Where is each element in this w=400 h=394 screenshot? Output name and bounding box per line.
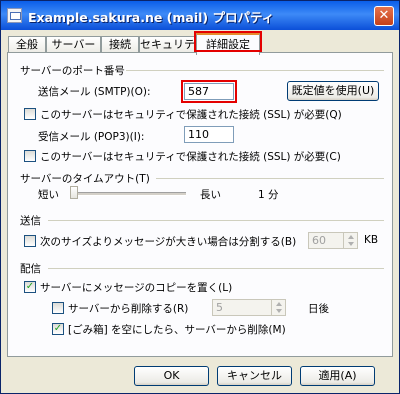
divider [156,178,384,179]
split-size-unit: KB [364,234,379,246]
split-messages-label: 次のサイズよりメッセージが大きい場合は分割する(B) [40,236,297,248]
keep-copy-checkbox[interactable]: ✓ [24,281,36,293]
advanced-panel: サーバーのポート番号 送信メール (SMTP)(O): 587 既定値を使用(U… [7,52,393,357]
pop3-port-input[interactable]: 110 [184,126,234,143]
keep-copy-label: サーバーにメッセージのコピーを置く(L) [40,282,233,294]
divider [48,220,384,221]
empty-trash-label: [ごみ箱] を空にしたら、サーバーから削除(M) [68,324,286,336]
check-icon: ✓ [53,323,63,334]
send-group-title: 送信 [20,215,41,227]
remove-days-unit: 日後 [308,303,329,315]
split-size-spinner[interactable] [343,232,358,249]
close-icon: ✕ [378,8,390,23]
ok-button[interactable]: OK [134,366,209,386]
remove-from-server-label: サーバーから削除する(R) [68,303,189,315]
timeout-slider-track[interactable] [70,192,186,196]
timeout-group-title: サーバーのタイムアウト(T) [20,173,150,185]
tab-servers[interactable]: サーバー [46,36,101,53]
remove-from-server-checkbox[interactable] [52,302,64,314]
tab-highlight-box [194,31,262,52]
remove-days-spinner[interactable] [271,299,286,316]
properties-dialog: Example.sakura.ne (mail) プロパティ ✕ 全般 サーバー… [0,0,400,394]
apply-button[interactable]: 適用(A) [300,366,375,386]
smtp-ssl-label: このサーバーはセキュリティで保護された接続 (SSL) が必要(Q) [40,109,342,121]
close-button[interactable]: ✕ [374,6,394,26]
split-size-input[interactable]: 60 [308,232,344,249]
use-defaults-button[interactable]: 既定値を使用(U) [287,81,379,101]
smtp-highlight-box [181,80,237,103]
pop3-ssl-label: このサーバーはセキュリティで保護された接続 (SSL) が必要(C) [40,151,341,163]
pop3-port-label: 受信メール (POP3)(I): [38,131,145,143]
ports-group-title: サーバーのポート番号 [20,65,125,77]
title-bar[interactable]: Example.sakura.ne (mail) プロパティ ✕ [1,1,399,30]
timeout-value: 1 分 [258,189,279,201]
pop3-ssl-checkbox[interactable] [24,150,36,162]
tab-general[interactable]: 全般 [8,36,46,53]
timeout-long-label: 長い [200,189,221,201]
timeout-short-label: 短い [38,189,59,201]
mail-account-icon [7,8,22,23]
smtp-ssl-checkbox[interactable] [24,108,36,120]
empty-trash-checkbox[interactable]: ✓ [52,323,64,335]
tab-connection[interactable]: 接続 [101,36,139,53]
tab-security[interactable]: セキュリティ [139,36,205,53]
divider [126,70,384,71]
smtp-port-label: 送信メール (SMTP)(O): [38,86,151,98]
remove-days-input[interactable]: 5 [212,299,272,316]
delivery-group-title: 配信 [20,263,41,275]
divider [48,268,384,269]
timeout-slider-thumb[interactable] [70,186,78,199]
window-title: Example.sakura.ne (mail) プロパティ [28,10,275,25]
check-icon: ✓ [25,281,35,292]
split-messages-checkbox[interactable] [24,235,36,247]
cancel-button[interactable]: キャンセル [217,366,292,386]
